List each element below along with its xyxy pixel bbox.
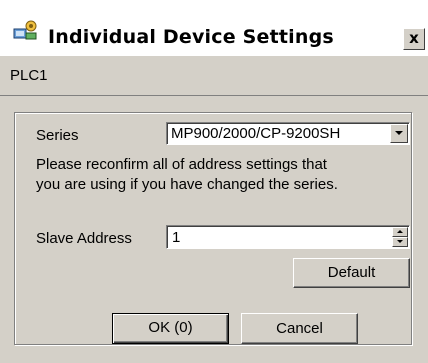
series-label: Series (36, 127, 79, 144)
series-value: MP900/2000/CP-9200SH (171, 125, 341, 142)
spin-down-icon[interactable] (392, 237, 408, 247)
close-button[interactable]: x (403, 28, 425, 50)
slave-address-stepper[interactable] (392, 227, 408, 247)
series-note-line1: Please reconfirm all of address settings… (36, 156, 327, 173)
slave-address-label: Slave Address (36, 230, 132, 247)
device-header: PLC1 (0, 56, 428, 96)
series-note-line2: you are using if you have changed the se… (36, 176, 338, 193)
dialog-title: Individual Device Settings (48, 26, 334, 48)
close-icon: x (409, 29, 419, 47)
device-settings-icon (12, 17, 40, 43)
cancel-button[interactable]: Cancel (241, 313, 358, 344)
title-bar[interactable]: Individual Device Settings x (0, 0, 428, 56)
spin-up-icon[interactable] (392, 227, 408, 237)
device-name: PLC1 (10, 67, 48, 84)
default-button[interactable]: Default (293, 258, 410, 288)
slave-address-value: 1 (172, 229, 181, 246)
chevron-down-icon[interactable] (390, 124, 408, 143)
ok-button[interactable]: OK (0) (112, 313, 229, 344)
series-dropdown[interactable]: MP900/2000/CP-9200SH (166, 122, 410, 145)
individual-device-settings-dialog: Individual Device Settings x PLC1 Series… (0, 0, 428, 363)
slave-address-input[interactable]: 1 (166, 225, 410, 249)
